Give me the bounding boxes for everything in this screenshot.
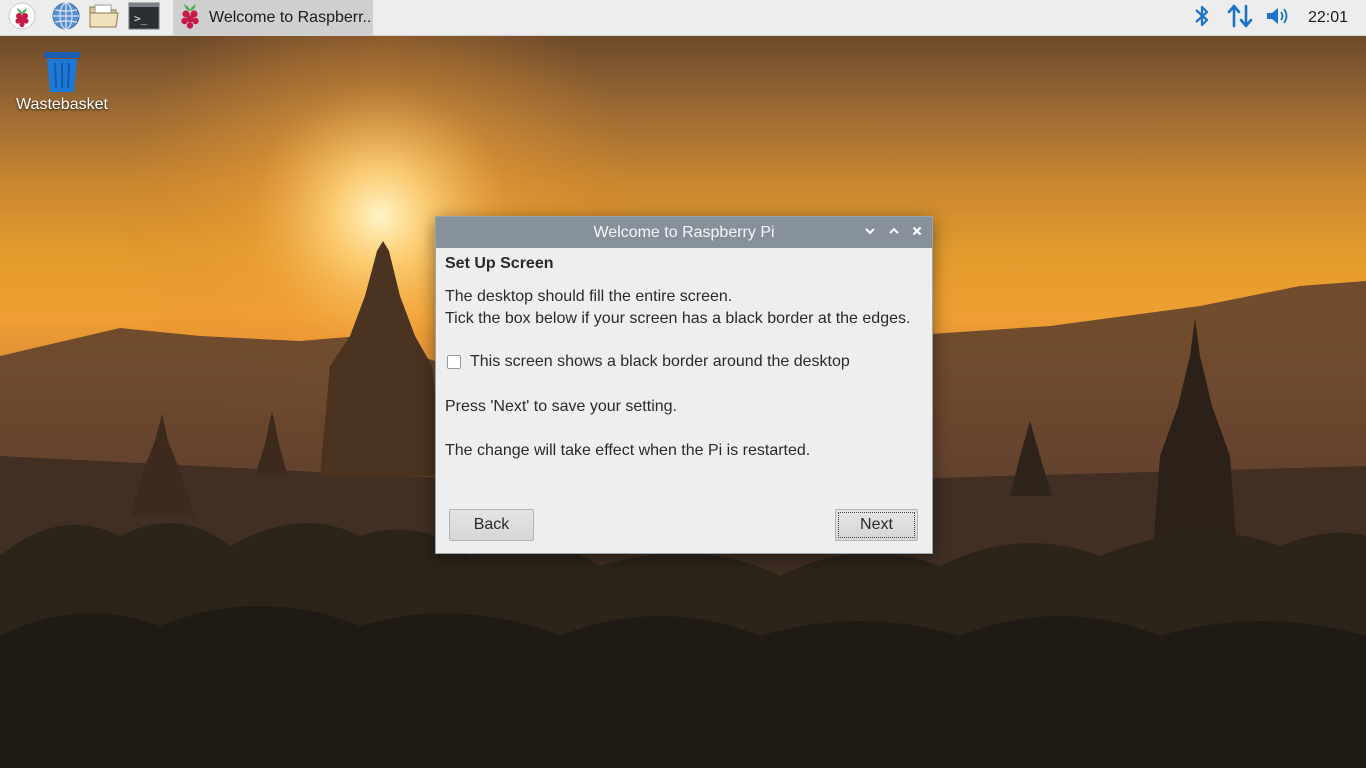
svg-text:>_: >_ — [134, 12, 148, 25]
globe-icon — [51, 1, 81, 36]
clock[interactable]: 22:01 — [1300, 0, 1356, 36]
next-button[interactable]: Next — [835, 509, 918, 541]
browser-launcher[interactable] — [50, 1, 82, 36]
dialog-heading: Set Up Screen — [445, 255, 554, 272]
dialog-title: Welcome to Raspberry Pi — [593, 224, 775, 241]
menu-button[interactable] — [6, 2, 38, 34]
close-icon — [911, 224, 923, 242]
raspberry-icon — [177, 2, 203, 35]
raspberry-icon — [8, 2, 36, 35]
volume-icon — [1264, 4, 1292, 33]
desktop-icon-label: Wastebasket — [16, 96, 108, 113]
task-welcome-window[interactable]: Welcome to Raspberr... — [173, 0, 373, 36]
chevron-up-icon — [888, 224, 900, 242]
dialog-titlebar[interactable]: Welcome to Raspberry Pi — [436, 217, 932, 248]
terminal-icon: >_ — [128, 2, 160, 35]
file-manager-launcher[interactable] — [88, 2, 120, 34]
network-button[interactable] — [1226, 4, 1254, 32]
minimize-button[interactable] — [861, 224, 879, 242]
dialog-text-line-2: Tick the box below if your screen has a … — [445, 310, 911, 327]
dialog-text-line-3: Press 'Next' to save your setting. — [445, 398, 677, 415]
close-button[interactable] — [908, 224, 926, 242]
welcome-dialog: Welcome to Raspberry Pi Set Up Screen Th… — [435, 216, 933, 554]
terminal-launcher[interactable]: >_ — [128, 2, 160, 34]
dialog-text-line-1: The desktop should fill the entire scree… — [445, 288, 733, 305]
bluetooth-icon — [1193, 3, 1211, 34]
volume-button[interactable] — [1264, 4, 1292, 32]
taskbar: >_ Welcome to Raspberr... 22:01 — [0, 0, 1366, 36]
black-border-checkbox[interactable] — [447, 355, 461, 369]
wastebasket-icon — [38, 50, 86, 94]
back-button[interactable]: Back — [449, 509, 534, 541]
bluetooth-button[interactable] — [1188, 4, 1216, 32]
network-arrows-icon — [1226, 3, 1254, 34]
maximize-button[interactable] — [885, 224, 903, 242]
black-border-checkbox-label[interactable]: This screen shows a black border around … — [470, 351, 850, 373]
chevron-down-icon — [864, 224, 876, 242]
dialog-text-line-4: The change will take effect when the Pi … — [445, 442, 811, 459]
folder-icon — [88, 2, 120, 35]
desktop-icon-wastebasket[interactable]: Wastebasket — [10, 50, 114, 122]
task-label: Welcome to Raspberr... — [209, 9, 373, 26]
